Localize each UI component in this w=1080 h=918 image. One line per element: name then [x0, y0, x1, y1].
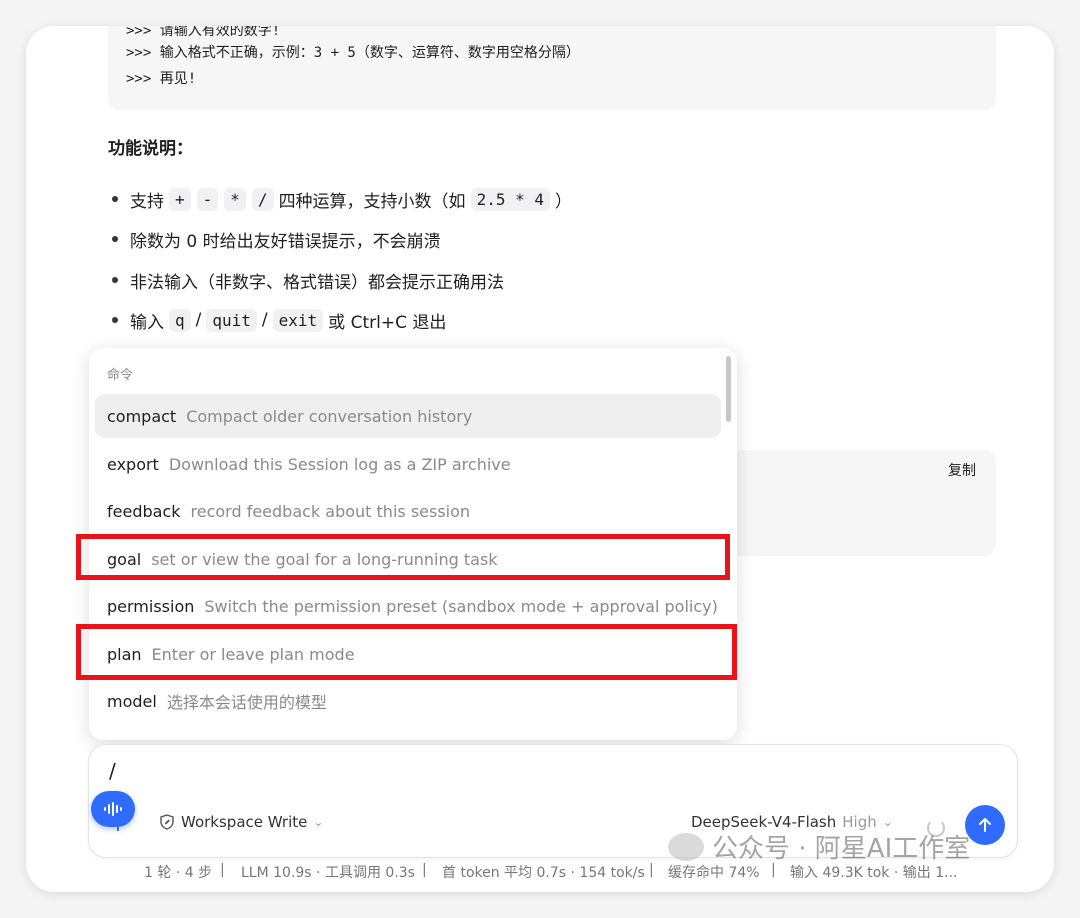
code-chip: + — [169, 187, 191, 211]
list-item: 非法输入（非数字、格式错误）都会提示正确用法 — [108, 265, 506, 295]
command-item-export[interactable]: export Download this Session log as a ZI… — [95, 442, 721, 486]
command-name: export — [107, 454, 159, 474]
command-item-permission[interactable]: permission Switch the permission preset … — [95, 584, 721, 628]
command-item-plan[interactable]: plan Enter or leave plan mode — [95, 632, 721, 676]
command-name: goal — [107, 549, 142, 569]
bullet-dot — [112, 277, 118, 283]
command-desc: Enter or leave plan mode — [151, 644, 355, 664]
command-popup: 命令 compact Compact older conversation hi… — [89, 348, 737, 740]
bullet-text: 非法输入（非数字、格式错误）都会提示正确用法 — [130, 272, 504, 293]
command-name: compact — [107, 406, 177, 426]
status-timing: LLM 10.9s · 工具调用 0.3s — [241, 865, 415, 881]
bullet-text: 或 Ctrl+C 退出 — [328, 312, 447, 333]
command-desc: set or view the goal for a long-running … — [151, 549, 498, 569]
status-separator: | — [649, 862, 654, 878]
code-chip: 2.5 * 4 — [470, 187, 550, 211]
bullet-dot — [112, 196, 118, 202]
voice-input-button[interactable] — [91, 791, 135, 827]
permission-mode-button[interactable]: Workspace Write ⌄ — [159, 813, 323, 831]
status-token-speed: 首 token 平均 0.7s · 154 tok/s — [442, 865, 645, 881]
status-separator: | — [422, 862, 427, 878]
command-item-model[interactable]: model 选择本会话使用的模型 — [95, 679, 721, 723]
permission-mode-label: Workspace Write — [181, 813, 308, 831]
code-line: >>> 输入格式不正确，示例：3 + 5（数字、运算符、数字用空格分隔） — [126, 45, 580, 61]
bullet-dot — [112, 317, 118, 323]
waveform-icon — [104, 802, 122, 816]
code-chip: / — [251, 187, 274, 211]
code-chip: * — [224, 187, 246, 211]
bullet-text: 支持 — [130, 191, 164, 212]
command-desc: 选择本会话使用的模型 — [166, 693, 327, 712]
popup-scrollbar[interactable] — [726, 356, 731, 422]
code-chip: q — [169, 308, 191, 332]
status-turns: 1 轮 · 4 步 — [144, 865, 213, 881]
arrow-up-icon — [979, 818, 991, 832]
command-desc: Download this Session log as a ZIP archi… — [168, 454, 511, 474]
send-button[interactable] — [965, 805, 1005, 845]
message-input[interactable]: / — [109, 759, 116, 783]
command-name: feedback — [107, 501, 181, 521]
list-item: 输入 q / quit / exit 或 Ctrl+C 退出 — [108, 305, 448, 335]
watermark: 公众号 · 阿星AI工作室 — [668, 828, 970, 865]
list-item: 除数为 0 时给出友好错误提示，不会崩溃 — [108, 224, 443, 254]
command-desc: Switch the permission preset (sandbox mo… — [204, 596, 718, 616]
command-name: plan — [107, 644, 142, 664]
chevron-down-icon: ⌄ — [313, 815, 324, 829]
bullet-text: 输入 — [130, 312, 164, 333]
bullet-text: 四种运算，支持小数（如 — [278, 191, 466, 212]
wechat-icon — [668, 832, 704, 861]
code-chip: exit — [272, 308, 324, 332]
list-item: 支持 + - * / 四种运算，支持小数（如 2.5 * 4 ） — [108, 184, 574, 214]
code-chip: quit — [206, 308, 257, 332]
code-line: >>> 请输入有效的数字! — [126, 26, 281, 39]
section-heading: 功能说明： — [108, 139, 193, 159]
status-cache: 缓存命中 74% — [668, 865, 760, 881]
bullet-dot — [112, 236, 118, 242]
bullet-separator: / — [195, 310, 202, 330]
watermark-text: 公众号 · 阿星AI工作室 — [712, 834, 971, 864]
bullet-text: ） — [555, 191, 572, 212]
chevron-down-icon: ⌄ — [882, 815, 893, 829]
shield-edit-icon — [160, 814, 174, 830]
command-item-feedback[interactable]: feedback record feedback about this sess… — [95, 489, 721, 533]
code-chip: - — [196, 187, 219, 211]
bullet-text: 除数为 0 时给出友好错误提示，不会崩溃 — [130, 231, 441, 252]
command-item-goal[interactable]: goal set or view the goal for a long-run… — [95, 537, 721, 581]
command-desc: Compact older conversation history — [186, 406, 473, 426]
command-desc: record feedback about this session — [190, 501, 471, 521]
copy-button[interactable]: 复制 — [948, 460, 976, 480]
status-tokens: 输入 49.3K tok · 输出 1... — [790, 865, 958, 881]
bullet-separator: / — [261, 310, 268, 330]
code-line: >>> 再见! — [126, 71, 197, 87]
command-name: permission — [107, 596, 195, 616]
app-window: >>> 请输入有效的数字! >>> 输入格式不正确，示例：3 + 5（数字、运算… — [26, 26, 1054, 892]
command-name: model — [107, 691, 157, 711]
command-item-compact[interactable]: compact Compact older conversation histo… — [95, 394, 721, 438]
status-separator: | — [220, 862, 225, 878]
popup-title: 命令 — [107, 368, 134, 383]
